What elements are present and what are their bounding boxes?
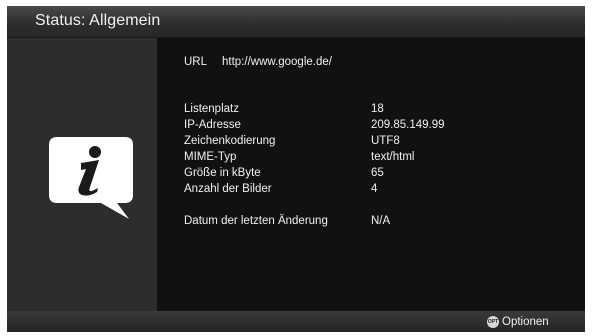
window-title: Status: Allgemein	[35, 12, 161, 29]
detail-label-listenplatz: Listenplatz	[184, 103, 239, 115]
detail-value-ip-address: 209.85.149.99	[371, 119, 445, 131]
detail-label-encoding: Zeichenkodierung	[184, 135, 276, 147]
opt-button-icon: OPT	[487, 316, 499, 328]
detail-value-listenplatz: 18	[371, 103, 384, 115]
side-panel	[7, 38, 157, 311]
detail-value-mime-type: text/html	[371, 151, 415, 163]
detail-value-size: 65	[371, 167, 384, 179]
detail-label-ip-address: IP-Adresse	[184, 119, 241, 131]
detail-value-encoding: UTF8	[371, 135, 400, 147]
detail-label-size: Größe in kByte	[184, 167, 261, 179]
options-label: Optionen	[502, 316, 549, 328]
url-label: URL	[184, 56, 208, 68]
url-value: http://www.google.de/	[222, 56, 332, 68]
title-bar: Status: Allgemein	[7, 6, 585, 38]
last-change-label: Datum der letzten Änderung	[184, 215, 328, 227]
status-content: URL http://www.google.de/ Listenplatz 18…	[157, 38, 585, 311]
info-icon	[49, 137, 133, 219]
footer-bar: OPT Optionen	[7, 311, 585, 332]
detail-label-image-count: Anzahl der Bilder	[184, 183, 272, 195]
detail-label-mime-type: MIME-Typ	[184, 151, 237, 163]
detail-value-image-count: 4	[371, 183, 378, 195]
last-change-value: N/A	[371, 215, 391, 227]
options-button[interactable]: OPT Optionen	[487, 315, 549, 329]
status-screen: Status: Allgemein URL http://www.google.…	[7, 6, 585, 332]
